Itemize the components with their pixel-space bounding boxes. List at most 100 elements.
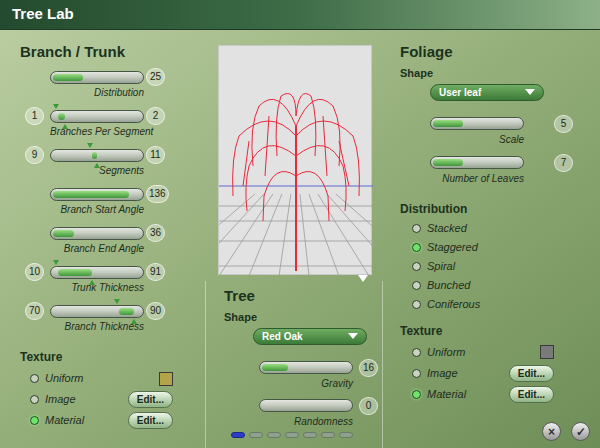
value-badge: 25 — [146, 68, 165, 86]
value-badge: 0 — [359, 397, 378, 415]
color-swatch[interactable] — [159, 372, 173, 386]
distribution-option[interactable]: Coniferous — [412, 295, 600, 314]
radio-button[interactable] — [30, 395, 39, 404]
high-marker[interactable] — [94, 163, 100, 168]
edit-button[interactable]: Edit... — [509, 365, 554, 382]
panel-heading: Branch / Trunk — [0, 42, 205, 62]
radio-button[interactable] — [412, 369, 421, 378]
low-marker[interactable] — [114, 299, 120, 304]
low-marker[interactable] — [53, 104, 59, 109]
radio-button[interactable] — [412, 262, 421, 271]
slider-track[interactable] — [50, 71, 144, 84]
slider-group: 5Scale — [402, 115, 600, 147]
edit-button[interactable]: Edit... — [128, 391, 173, 408]
page-dot[interactable] — [231, 432, 245, 438]
distribution-option[interactable]: Bunched — [412, 276, 600, 295]
slider-track[interactable] — [430, 156, 524, 169]
slider-track[interactable] — [259, 361, 353, 374]
slider-label: Branch End Angle — [50, 242, 144, 256]
edit-button[interactable]: Edit... — [128, 412, 173, 429]
slider-track[interactable] — [50, 188, 144, 201]
radio-button[interactable] — [412, 390, 421, 399]
page-dot[interactable] — [249, 432, 263, 438]
radio-button[interactable] — [30, 374, 39, 383]
radio-button[interactable] — [412, 243, 421, 252]
texture-option[interactable]: Uniform — [30, 368, 205, 389]
edit-button[interactable]: Edit... — [509, 386, 554, 403]
texture-option[interactable]: ImageEdit... — [30, 389, 205, 410]
high-marker[interactable] — [131, 319, 137, 324]
radio-button[interactable] — [412, 224, 421, 233]
texture-option[interactable]: MaterialEdit... — [412, 384, 600, 405]
slider-group: 25Distribution — [22, 68, 205, 100]
page-dot[interactable] — [303, 432, 317, 438]
texture-option[interactable]: Uniform — [412, 342, 600, 363]
value-badge: 136 — [146, 185, 169, 203]
page-indicator — [231, 432, 382, 438]
ok-button[interactable]: ✓ — [571, 422, 590, 441]
texture-option[interactable]: ImageEdit... — [412, 363, 600, 384]
slider-group: 12Branches Per Segment — [22, 107, 205, 139]
slider-track[interactable] — [50, 266, 144, 279]
foliage-panel: FoliageShapeUser leaf5Scale7Number of Le… — [383, 30, 600, 448]
slider-track[interactable] — [50, 110, 144, 123]
page-dot[interactable] — [267, 432, 281, 438]
texture-option[interactable]: MaterialEdit... — [30, 410, 205, 431]
slider-fill — [262, 364, 288, 371]
title-bar: Tree Lab — [0, 0, 600, 30]
value-badge: 90 — [146, 302, 165, 320]
high-marker[interactable] — [89, 280, 95, 285]
slider-track[interactable] — [50, 149, 144, 162]
value-badge: 10 — [25, 263, 44, 281]
slider-group: 911Segments — [22, 146, 205, 178]
page-dot[interactable] — [339, 432, 353, 438]
radio-button[interactable] — [412, 281, 421, 290]
tree-panel: TreeShapeRed Oak16Gravity0Randomness — [205, 30, 383, 448]
slider-group: 16 Gravity — [231, 359, 382, 391]
slider-fill — [53, 74, 83, 81]
slider-label: Distribution — [50, 86, 144, 100]
slider-label: Branch Start Angle — [50, 203, 144, 217]
slider-label: Number of Leaves — [430, 172, 524, 186]
value-badge: 16 — [359, 359, 378, 377]
distribution-option[interactable]: Spiral — [412, 257, 600, 276]
slider-group: 36Branch End Angle — [22, 224, 205, 256]
page-dot[interactable] — [285, 432, 299, 438]
value-badge: 9 — [25, 146, 44, 164]
low-marker[interactable] — [87, 143, 93, 148]
slider-fill — [53, 191, 129, 198]
slider-track[interactable] — [50, 305, 144, 318]
dropdown-arrow-icon — [348, 333, 358, 339]
value-badge: 1 — [25, 107, 44, 125]
shape-dropdown[interactable]: User leaf — [430, 84, 544, 101]
value-badge: 2 — [146, 107, 165, 125]
window-title: Tree Lab — [12, 3, 74, 26]
distribution-option[interactable]: Staggered — [412, 238, 600, 257]
radio-button[interactable] — [412, 348, 421, 357]
page-dot[interactable] — [321, 432, 335, 438]
slider-fill — [433, 120, 463, 127]
tree-lab-window: Tree Lab Branch / Trunk 25Distribution 1 2 Br… — [0, 0, 600, 448]
slider-group: 1091Trunk Thickness — [22, 263, 205, 295]
value-badge: 70 — [25, 302, 44, 320]
slider-track[interactable] — [50, 227, 144, 240]
dropdown-arrow-icon — [525, 89, 535, 95]
section-heading: Texture — [400, 322, 600, 340]
value-badge: 7 — [554, 154, 573, 172]
slider-fill — [58, 113, 65, 120]
radio-button[interactable] — [30, 416, 39, 425]
slider-track[interactable] — [430, 117, 524, 130]
value-badge: 36 — [146, 224, 165, 242]
radio-button[interactable] — [412, 300, 421, 309]
cancel-button[interactable]: × — [542, 422, 561, 441]
slider-label: Gravity — [259, 377, 353, 391]
slider-track[interactable] — [259, 399, 353, 412]
shape-dropdown[interactable]: Red Oak — [253, 328, 367, 345]
high-marker[interactable] — [62, 124, 68, 129]
slider-label: Scale — [430, 133, 524, 147]
distribution-option[interactable]: Stacked — [412, 219, 600, 238]
color-swatch[interactable] — [540, 345, 554, 359]
slider-fill — [92, 152, 97, 159]
slider-group: 7090Branch Thickness — [22, 302, 205, 334]
low-marker[interactable] — [53, 260, 59, 265]
